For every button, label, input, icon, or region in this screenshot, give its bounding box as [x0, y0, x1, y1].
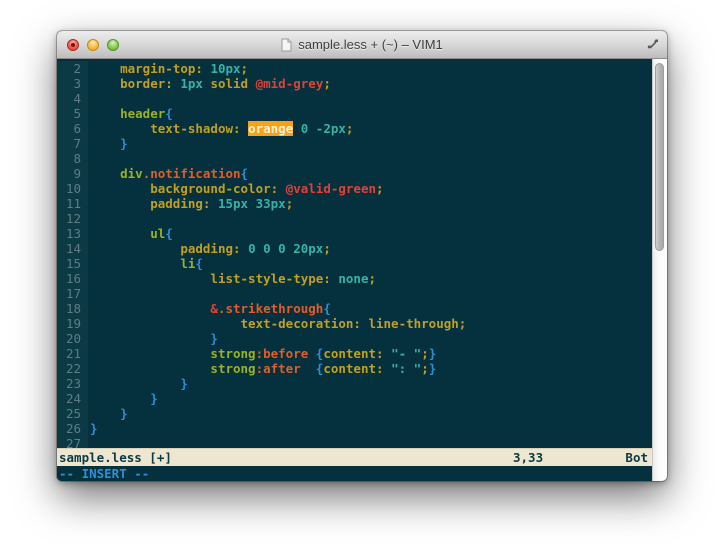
line-number: 7: [57, 136, 88, 151]
line-number: 25: [57, 406, 88, 421]
line-number: 27: [57, 436, 88, 448]
code-line: 9 div.notification{: [57, 166, 652, 181]
line-number: 3: [57, 76, 88, 91]
code-line: 24 }: [57, 391, 652, 406]
line-number: 6: [57, 121, 88, 136]
editor-column: 2 margin-top: 10px;3 border: 1px solid @…: [57, 59, 652, 481]
code-line: 3 border: 1px solid @mid-grey;: [57, 76, 652, 91]
code-line: 21 strong:before {content: "- ";}: [57, 346, 652, 361]
line-number: 11: [57, 196, 88, 211]
code-line: 26}: [57, 421, 652, 436]
scrollbar-track[interactable]: [652, 59, 667, 481]
code-line: 10 background-color: @valid-green;: [57, 181, 652, 196]
line-number: 5: [57, 106, 88, 121]
line-number: 22: [57, 361, 88, 376]
line-number: 18: [57, 301, 88, 316]
mode-indicator: -- INSERT --: [59, 466, 149, 481]
fullscreen-arrows-icon: [647, 38, 660, 51]
fullscreen-button[interactable]: [645, 36, 661, 52]
code-line: 20 }: [57, 331, 652, 346]
line-number: 23: [57, 376, 88, 391]
code-line: 16 list-style-type: none;: [57, 271, 652, 286]
code-line: 27: [57, 436, 652, 448]
code-line: 7 }: [57, 136, 652, 151]
code-line: 11 padding: 15px 33px;: [57, 196, 652, 211]
line-number: 4: [57, 91, 88, 106]
line-number: 26: [57, 421, 88, 436]
line-number: 2: [57, 61, 88, 76]
vim-window: sample.less + (~) – VIM1 2 margin-top: 1…: [57, 31, 667, 481]
code-line: 4: [57, 91, 652, 106]
line-number: 9: [57, 166, 88, 181]
titlebar[interactable]: sample.less + (~) – VIM1: [57, 31, 667, 59]
code-line: 2 margin-top: 10px;: [57, 61, 652, 76]
line-number: 24: [57, 391, 88, 406]
code-line: 25 }: [57, 406, 652, 421]
line-number: 21: [57, 346, 88, 361]
document-proxy-icon: [281, 38, 292, 52]
scrollbar-thumb[interactable]: [655, 63, 664, 251]
vim-command-line: -- INSERT --: [57, 466, 652, 481]
code-line: 19 text-decoration: line-through;: [57, 316, 652, 331]
code-lines: 2 margin-top: 10px;3 border: 1px solid @…: [57, 61, 652, 448]
line-number: 19: [57, 316, 88, 331]
vim-main: 2 margin-top: 10px;3 border: 1px solid @…: [57, 59, 667, 481]
statusline-filename: sample.less [+]: [59, 450, 172, 465]
statusline-scroll-position: Bot: [625, 450, 648, 465]
line-number: 20: [57, 331, 88, 346]
code-line: 18 &.strikethrough{: [57, 301, 652, 316]
line-number: 12: [57, 211, 88, 226]
line-number: 17: [57, 286, 88, 301]
close-button[interactable]: [67, 39, 79, 51]
zoom-button[interactable]: [107, 39, 119, 51]
window-title: sample.less + (~) – VIM1: [298, 37, 443, 52]
code-line: 6 text-shadow: orange 0 -2px;: [57, 121, 652, 136]
code-line: 12: [57, 211, 652, 226]
line-number: 16: [57, 271, 88, 286]
code-line: 23 }: [57, 376, 652, 391]
code-line: 13 ul{: [57, 226, 652, 241]
code-line: 5 header{: [57, 106, 652, 121]
code-line: 17: [57, 286, 652, 301]
code-line: 15 li{: [57, 256, 652, 271]
line-number: 15: [57, 256, 88, 271]
code-line: 22 strong:after {content: ": ";}: [57, 361, 652, 376]
traffic-lights: [67, 31, 119, 58]
code-line: 14 padding: 0 0 0 20px;: [57, 241, 652, 256]
vim-statusline: sample.less [+] 3,33 Bot: [57, 448, 652, 466]
line-number: 10: [57, 181, 88, 196]
code-area[interactable]: 2 margin-top: 10px;3 border: 1px solid @…: [57, 59, 652, 448]
line-number: 8: [57, 151, 88, 166]
line-number: 14: [57, 241, 88, 256]
line-number: 13: [57, 226, 88, 241]
minimize-button[interactable]: [87, 39, 99, 51]
statusline-ruler: 3,33: [513, 450, 543, 465]
code-line: 8: [57, 151, 652, 166]
